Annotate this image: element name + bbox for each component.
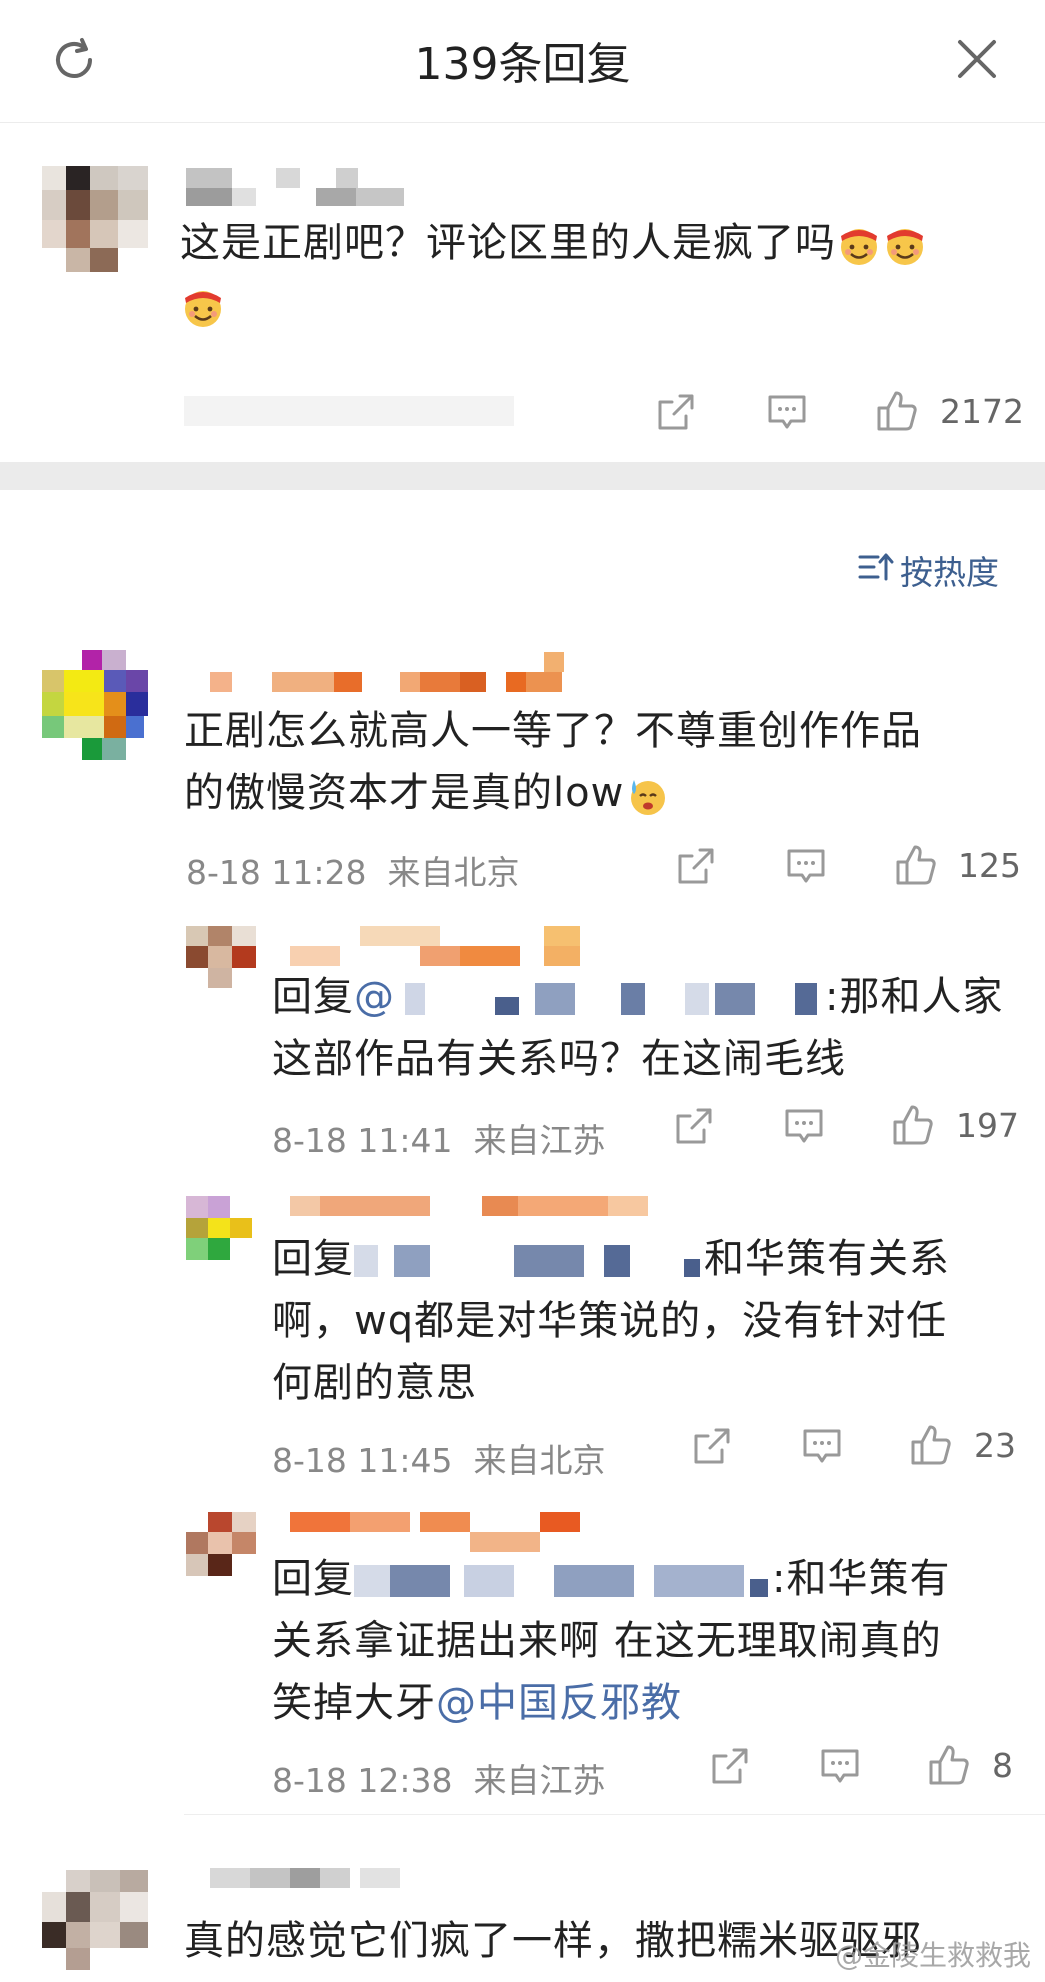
comment-meta: 8-18 11:41 来自江苏 (272, 1121, 606, 1160)
avatar[interactable] (42, 650, 148, 776)
like-count: 125 (958, 846, 1021, 885)
like-icon[interactable] (890, 1102, 936, 1148)
like-count: 197 (956, 1106, 1019, 1145)
watermark: @金陵生救救我 (835, 1939, 1032, 1972)
close-icon[interactable] (952, 34, 1002, 84)
mention-blurred[interactable] (395, 983, 825, 1015)
comment-meta: 8-18 12:38 来自江苏 (272, 1761, 606, 1800)
comment-text: 回复@:那和人家 这部作品有关系吗？在这闹毛线 (272, 974, 1004, 1082)
sweat-emoji-icon (631, 780, 666, 815)
avatar[interactable] (42, 1870, 148, 1970)
avatar[interactable] (186, 1196, 252, 1260)
section-separator (0, 462, 1045, 490)
comment-icon[interactable] (765, 390, 809, 434)
username-blurred[interactable] (210, 650, 590, 694)
comment-text: 这是正剧吧？评论区里的人是疯了吗 (180, 212, 1010, 336)
mention-blurred[interactable] (354, 1565, 772, 1597)
share-icon[interactable] (674, 844, 718, 888)
comment-icon[interactable] (782, 1104, 826, 1148)
like-icon[interactable] (926, 1742, 972, 1788)
comment-icon[interactable] (784, 844, 828, 888)
mention-link[interactable]: @ (354, 974, 395, 1020)
cheer-emoji-icon (185, 291, 221, 327)
avatar[interactable] (42, 166, 148, 272)
share-icon[interactable] (690, 1424, 734, 1468)
like-count: 8 (992, 1746, 1013, 1785)
like-icon[interactable] (874, 388, 920, 434)
like-icon[interactable] (893, 842, 939, 888)
like-count: 23 (974, 1426, 1016, 1465)
divider (184, 1814, 1045, 1815)
avatar[interactable] (186, 1512, 258, 1576)
comment-text: 回复 和华策有关系 啊，wq都是对华策说的，没有针对任 何剧的意思 (272, 1236, 950, 1406)
comment-meta: 8-18 11:45 来自北京 (272, 1441, 606, 1480)
mention-blurred[interactable] (354, 1245, 704, 1277)
comment-icon[interactable] (818, 1744, 862, 1788)
sort-by-hot[interactable]: 按热度 (900, 546, 999, 594)
like-count: 2172 (940, 392, 1024, 431)
header-bar: 139条回复 (0, 0, 1045, 123)
username-blurred[interactable] (210, 1868, 430, 1908)
sort-icon[interactable] (858, 552, 894, 582)
share-icon[interactable] (672, 1104, 716, 1148)
cheer-emoji-icon (841, 229, 877, 265)
mention-link[interactable]: @中国反邪教 (436, 1680, 682, 1726)
comment-icon[interactable] (800, 1424, 844, 1468)
avatar[interactable] (186, 926, 258, 988)
username-blurred[interactable] (290, 924, 590, 968)
like-icon[interactable] (908, 1422, 954, 1468)
comment-text: 回复:和华策有 关系拿证据出来啊 在这无理取闹真的 笑掉大牙@中国反邪教 (272, 1556, 951, 1726)
share-icon[interactable] (708, 1744, 752, 1788)
blurred-meta (184, 392, 514, 428)
comment-meta: 8-18 11:28 来自北京 (186, 853, 520, 892)
page-title: 139条回复 (414, 39, 631, 90)
cheer-emoji-icon (887, 229, 923, 265)
share-icon[interactable] (654, 390, 698, 434)
comment-text: 正剧怎么就高人一等了？不尊重创作作品 的傲慢资本才是真的low (184, 708, 922, 816)
username-blurred[interactable] (186, 168, 406, 208)
